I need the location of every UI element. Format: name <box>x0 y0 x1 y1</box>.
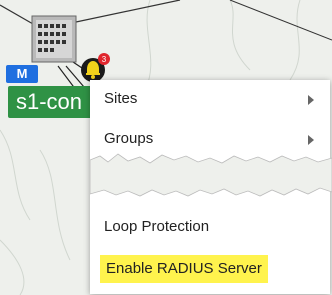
menu-item-sites[interactable]: Sites <box>90 82 330 116</box>
switch-device-icon[interactable] <box>30 12 78 66</box>
menu-item-loop-protection[interactable]: Loop Protection <box>90 210 330 244</box>
node-label[interactable]: s1-con <box>8 86 93 118</box>
chevron-right-icon <box>308 135 314 145</box>
menu-item-enable-radius-server[interactable]: Enable RADIUS Server <box>100 255 268 283</box>
menu-item-loop-protection-label: Loop Protection <box>104 218 210 235</box>
alert-count: 3 <box>102 55 107 64</box>
menu-item-sites-label: Sites <box>104 90 138 107</box>
chevron-right-icon <box>308 95 314 105</box>
torn-edge-divider <box>90 153 332 197</box>
managed-badge: M <box>6 65 38 83</box>
